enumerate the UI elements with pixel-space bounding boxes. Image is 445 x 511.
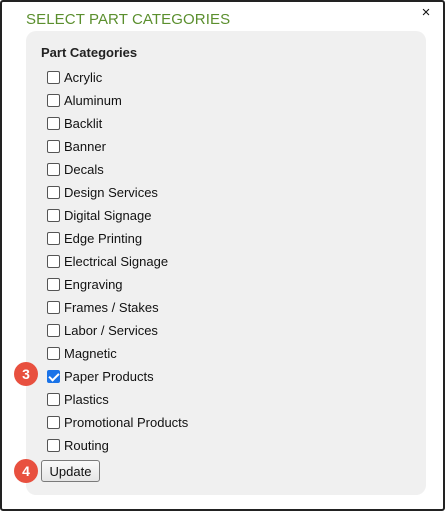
category-checkbox[interactable] xyxy=(47,232,60,245)
category-checkbox[interactable] xyxy=(47,370,60,383)
category-checkbox[interactable] xyxy=(47,347,60,360)
step-4-badge: 4 xyxy=(14,459,38,483)
category-checkbox[interactable] xyxy=(47,278,60,291)
close-icon[interactable]: × xyxy=(419,5,433,21)
category-checkbox[interactable] xyxy=(47,324,60,337)
category-label: Aluminum xyxy=(64,93,122,108)
category-checkbox[interactable] xyxy=(47,163,60,176)
category-item[interactable]: Engraving xyxy=(47,273,188,296)
category-item[interactable]: Magnetic xyxy=(47,342,188,365)
category-item[interactable]: Decals xyxy=(47,158,188,181)
category-item[interactable]: Promotional Products xyxy=(47,411,188,434)
category-label: Frames / Stakes xyxy=(64,300,159,315)
category-item[interactable]: Frames / Stakes xyxy=(47,296,188,319)
category-label: Edge Printing xyxy=(64,231,143,246)
category-checkbox[interactable] xyxy=(47,255,60,268)
category-item[interactable]: Digital Signage xyxy=(47,204,188,227)
category-label: Acrylic xyxy=(64,70,103,85)
category-label: Backlit xyxy=(64,116,103,131)
category-label: Labor / Services xyxy=(64,323,158,338)
category-checkbox[interactable] xyxy=(47,209,60,222)
category-item[interactable]: Paper Products xyxy=(47,365,188,388)
category-label: Design Services xyxy=(64,185,158,200)
category-list: Acrylic Aluminum Backlit Banner Decals Design… xyxy=(47,66,188,457)
category-item[interactable]: Design Services xyxy=(47,181,188,204)
category-checkbox[interactable] xyxy=(47,94,60,107)
category-item[interactable]: Backlit xyxy=(47,112,188,135)
category-label: Paper Products xyxy=(64,369,154,384)
category-label: Decals xyxy=(64,162,104,177)
update-button[interactable]: Update xyxy=(41,460,100,482)
category-checkbox[interactable] xyxy=(47,393,60,406)
category-label: Electrical Signage xyxy=(64,254,169,269)
category-checkbox[interactable] xyxy=(47,186,60,199)
step-3-badge: 3 xyxy=(14,362,38,386)
category-item[interactable]: Banner xyxy=(47,135,188,158)
category-label: Engraving xyxy=(64,277,123,292)
category-item[interactable]: Aluminum xyxy=(47,89,188,112)
category-label: Promotional Products xyxy=(64,415,189,430)
category-checkbox[interactable] xyxy=(47,71,60,84)
category-item[interactable]: Electrical Signage xyxy=(47,250,188,273)
category-checkbox[interactable] xyxy=(47,439,60,452)
category-item[interactable]: Edge Printing xyxy=(47,227,188,250)
category-item[interactable]: Acrylic xyxy=(47,66,188,89)
category-checkbox[interactable] xyxy=(47,140,60,153)
category-label: Magnetic xyxy=(64,346,117,361)
category-label: Plastics xyxy=(64,392,109,407)
category-label: Banner xyxy=(64,139,106,154)
category-item[interactable]: Plastics xyxy=(47,388,188,411)
category-label: Digital Signage xyxy=(64,208,152,223)
category-item[interactable]: Routing xyxy=(47,434,188,457)
category-item[interactable]: Labor / Services xyxy=(47,319,188,342)
category-checkbox[interactable] xyxy=(47,416,60,429)
category-label: Routing xyxy=(64,438,109,453)
category-checkbox[interactable] xyxy=(47,301,60,314)
category-checkbox[interactable] xyxy=(47,117,60,130)
dialog-title: SELECT PART CATEGORIES xyxy=(26,11,231,28)
section-heading: Part Categories xyxy=(41,45,138,60)
